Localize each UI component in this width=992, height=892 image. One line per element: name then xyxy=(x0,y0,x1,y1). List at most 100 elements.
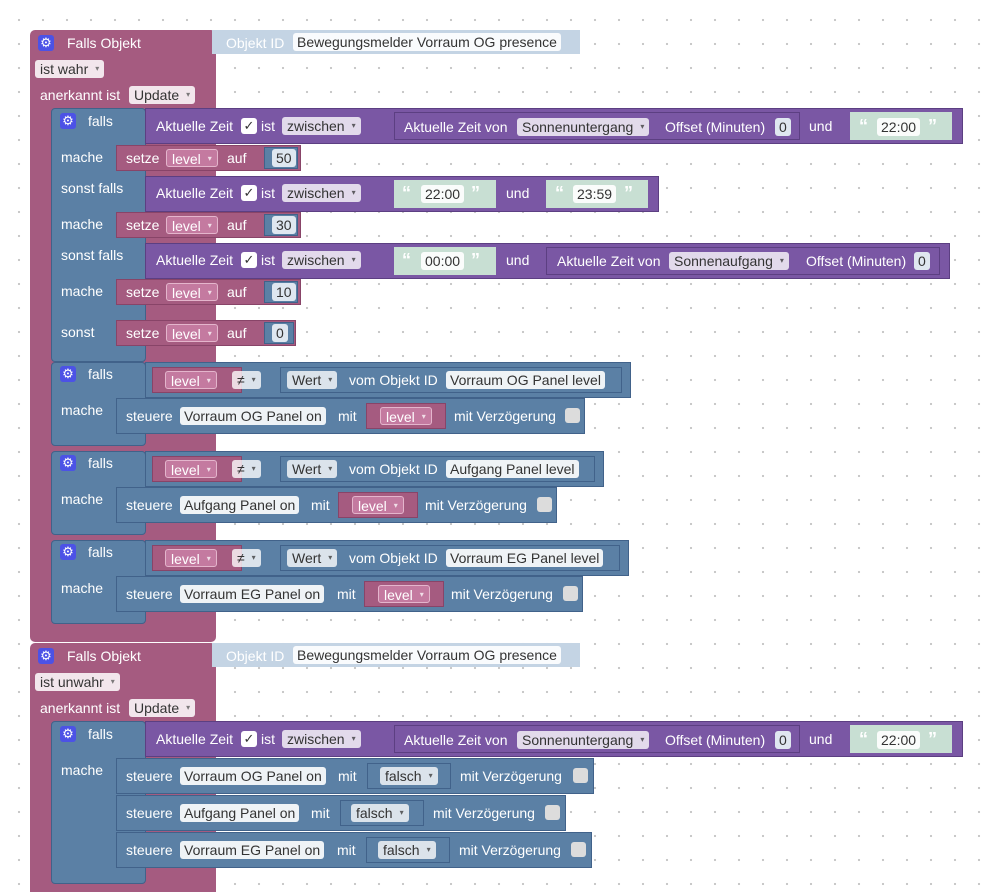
check-icon[interactable]: ✓ xyxy=(241,118,257,134)
variable-dropdown[interactable]: level ▾ xyxy=(166,324,218,342)
chevron-down-icon: ▾ xyxy=(328,375,333,384)
sun-dropdown[interactable]: Sonnenuntergang ▾ xyxy=(517,731,650,749)
time-text[interactable]: 22:00 xyxy=(877,118,921,136)
attr-dropdown[interactable]: Wert ▾ xyxy=(287,549,338,567)
delay-checkbox[interactable] xyxy=(565,408,580,423)
mache-label: mache xyxy=(61,216,104,232)
bool-dropdown[interactable]: falsch ▾ xyxy=(378,841,436,859)
attr-dropdown[interactable]: Wert ▾ xyxy=(287,460,338,478)
chevron-down-icon: ▾ xyxy=(421,412,426,421)
variable-dropdown[interactable]: level ▾ xyxy=(352,496,404,514)
chevron-down-icon: ▾ xyxy=(206,376,211,385)
offset-value[interactable]: 0 xyxy=(775,118,791,136)
bool-dropdown[interactable]: falsch ▾ xyxy=(380,767,438,785)
chevron-down-icon: ▾ xyxy=(206,465,211,474)
offset-value[interactable]: 0 xyxy=(914,252,930,270)
delay-checkbox[interactable] xyxy=(571,842,586,857)
operator-dropdown[interactable]: zwischen ▾ xyxy=(282,184,361,202)
operator-dropdown[interactable]: zwischen ▾ xyxy=(282,730,361,748)
chevron-down-icon: ▾ xyxy=(207,288,212,297)
object-id-value[interactable]: Vorraum OG Panel level xyxy=(446,371,605,389)
time-text[interactable]: 22:00 xyxy=(421,185,465,203)
condition-dropdown[interactable]: ist unwahr ▾ xyxy=(35,673,120,691)
object-id-value[interactable]: Bewegungsmelder Vorraum OG presence xyxy=(293,646,561,664)
offset-value[interactable]: 0 xyxy=(775,731,791,749)
variable-dropdown[interactable]: level ▾ xyxy=(166,216,218,234)
aktuelle-zeit-label: Aktuelle Zeit xyxy=(156,118,234,134)
object-id-value[interactable]: Vorraum OG Panel on xyxy=(180,767,326,785)
variable-dropdown[interactable]: level ▾ xyxy=(165,371,217,389)
check-icon[interactable]: ✓ xyxy=(241,185,257,201)
number-value[interactable]: 50 xyxy=(272,149,296,167)
variable-dropdown[interactable]: level ▾ xyxy=(165,549,217,567)
chevron-down-icon: ▾ xyxy=(110,677,115,686)
auf-label: auf xyxy=(227,150,247,166)
variable-dropdown[interactable]: level ▾ xyxy=(165,460,217,478)
gear-icon[interactable]: ⚙ xyxy=(38,648,54,664)
trigger-title: Falls Objekt xyxy=(67,648,141,664)
ack-dropdown[interactable]: Update ▾ xyxy=(129,699,196,717)
condition-dropdown[interactable]: ist wahr ▾ xyxy=(35,60,105,78)
object-id-value[interactable]: Aufgang Panel on xyxy=(180,496,300,514)
sonst-label: sonst xyxy=(61,324,95,340)
chevron-down-icon: ▾ xyxy=(207,221,212,230)
delay-checkbox[interactable] xyxy=(537,497,552,512)
gear-icon[interactable]: ⚙ xyxy=(60,544,76,560)
neq-dropdown[interactable]: ≠ ▾ xyxy=(232,549,261,567)
sun-dropdown[interactable]: Sonnenuntergang ▾ xyxy=(517,118,650,136)
delay-checkbox[interactable] xyxy=(545,805,560,820)
gear-icon[interactable]: ⚙ xyxy=(60,455,76,471)
chevron-down-icon: ▾ xyxy=(351,188,356,197)
chevron-down-icon: ▾ xyxy=(419,590,424,599)
number-value[interactable]: 10 xyxy=(272,283,296,301)
gear-icon[interactable]: ⚙ xyxy=(60,113,76,129)
object-id-value[interactable]: Aufgang Panel on xyxy=(180,804,300,822)
chevron-down-icon: ▾ xyxy=(207,329,212,338)
object-id-value[interactable]: Vorraum EG Panel on xyxy=(180,841,325,859)
gear-icon[interactable]: ⚙ xyxy=(60,366,76,382)
check-icon[interactable]: ✓ xyxy=(241,731,257,747)
ist-label: ist xyxy=(261,118,275,134)
und-label: und xyxy=(809,118,833,134)
sun-dropdown[interactable]: Sonnenaufgang ▾ xyxy=(669,252,789,270)
object-id-value[interactable]: Vorraum EG Panel on xyxy=(180,585,325,603)
delay-checkbox[interactable] xyxy=(563,586,578,601)
falls-label: falls xyxy=(88,113,113,129)
ack-dropdown[interactable]: Update ▾ xyxy=(129,86,196,104)
variable-dropdown[interactable]: level ▾ xyxy=(166,283,218,301)
chevron-down-icon: ▾ xyxy=(351,734,356,743)
time-text[interactable]: 00:00 xyxy=(421,252,465,270)
gear-icon[interactable]: ⚙ xyxy=(60,726,76,742)
mache-label: mache xyxy=(61,283,104,299)
variable-dropdown[interactable]: level ▾ xyxy=(166,149,218,167)
time-text[interactable]: 22:00 xyxy=(877,731,921,749)
sonst-falls-label: sonst falls xyxy=(61,180,124,196)
chevron-down-icon: ▾ xyxy=(328,553,333,562)
offset-label: Offset (Minuten) xyxy=(665,119,766,135)
chevron-down-icon: ▾ xyxy=(393,501,398,510)
chevron-down-icon: ▾ xyxy=(207,154,212,163)
object-id-value[interactable]: Bewegungsmelder Vorraum OG presence xyxy=(293,33,561,51)
operator-dropdown[interactable]: zwischen ▾ xyxy=(282,251,361,269)
ack-label: anerkannt ist xyxy=(40,87,121,103)
chevron-down-icon: ▾ xyxy=(251,375,256,384)
object-id-value[interactable]: Vorraum OG Panel on xyxy=(180,407,326,425)
time-text[interactable]: 23:59 xyxy=(573,185,617,203)
variable-dropdown[interactable]: level ▾ xyxy=(380,407,432,425)
chevron-down-icon: ▾ xyxy=(426,845,431,854)
chevron-down-icon: ▾ xyxy=(186,703,191,712)
neq-dropdown[interactable]: ≠ ▾ xyxy=(232,371,261,389)
delay-checkbox[interactable] xyxy=(573,768,588,783)
trigger-title: Falls Objekt xyxy=(67,35,141,51)
variable-dropdown[interactable]: level ▾ xyxy=(378,585,430,603)
check-icon[interactable]: ✓ xyxy=(241,252,257,268)
attr-dropdown[interactable]: Wert ▾ xyxy=(287,371,338,389)
neq-dropdown[interactable]: ≠ ▾ xyxy=(232,460,261,478)
object-id-value[interactable]: Vorraum EG Panel level xyxy=(446,549,604,567)
bool-dropdown[interactable]: falsch ▾ xyxy=(351,804,409,822)
object-id-value[interactable]: Aufgang Panel level xyxy=(446,460,579,478)
number-value[interactable]: 0 xyxy=(272,324,288,342)
gear-icon[interactable]: ⚙ xyxy=(38,35,54,51)
number-value[interactable]: 30 xyxy=(272,216,296,234)
operator-dropdown[interactable]: zwischen ▾ xyxy=(282,117,361,135)
